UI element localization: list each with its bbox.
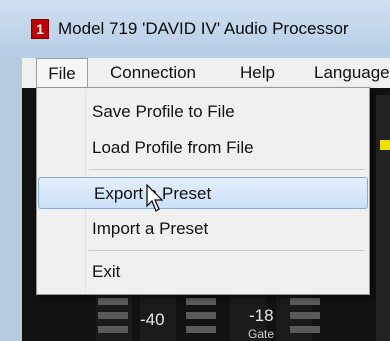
meter-label-right: -18 [249,306,274,325]
menu-item-exit[interactable]: Exit [37,256,369,288]
menu-connection[interactable]: Connection [110,58,196,88]
menu-separator [89,250,365,251]
menu-item-load-profile[interactable]: Load Profile from File [37,132,369,164]
meter-strip-right [376,95,390,341]
meter-segment [186,326,216,333]
menu-help[interactable]: Help [240,58,275,88]
meter-segment [290,312,320,319]
meter-segment [290,298,320,305]
meter-segment [98,298,128,305]
menu-separator [89,169,365,170]
meter-segment [290,326,320,333]
menu-item-save-profile[interactable]: Save Profile to File [37,96,369,128]
menu-item-import-preset[interactable]: Import a Preset [37,213,369,245]
window-left-border [0,58,22,341]
title-bar[interactable]: 1 Model 719 'DAVID IV' Audio Processor [0,0,390,58]
meter-segment [98,312,128,319]
meter-segment [186,312,216,319]
app-icon[interactable]: 1 [31,19,49,39]
menu-item-export-preset[interactable]: Export a Preset [38,177,368,209]
file-menu-dropdown: Save Profile to File Load Profile from F… [36,87,370,295]
mouse-cursor-icon [146,184,164,212]
meter-label-gate: Gate [248,327,275,341]
menu-file[interactable]: File [36,58,88,88]
meter-segment [186,298,216,305]
meter-indicator [380,140,390,150]
menu-language[interactable]: Language [314,58,390,88]
meter-label-left: -40 [140,310,165,329]
window-title: Model 719 'DAVID IV' Audio Processor [58,19,349,38]
app-window: 1 Model 719 'DAVID IV' Audio Processor F… [0,0,390,341]
menu-bar: File Connection Help Language [22,58,390,89]
meter-segment [98,326,128,333]
